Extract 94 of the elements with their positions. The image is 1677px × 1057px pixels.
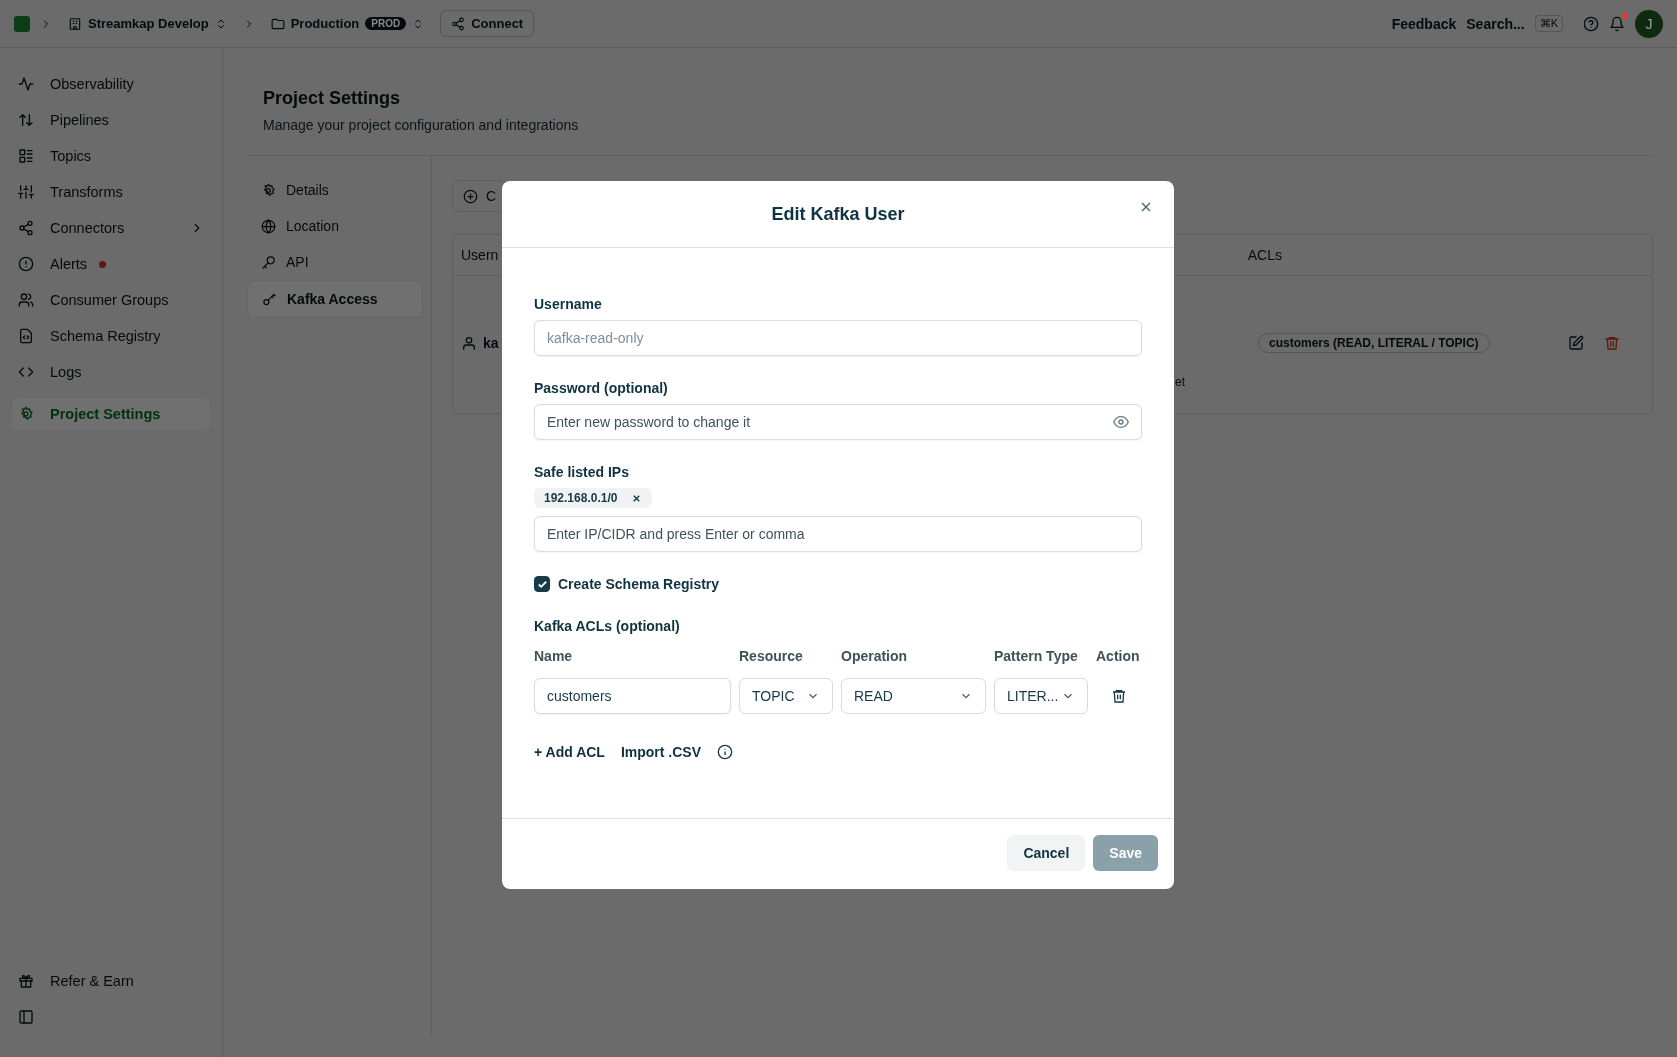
password-field[interactable]: Enter new password to change it <box>534 404 1142 440</box>
checkbox[interactable] <box>534 576 550 592</box>
sliders-icon <box>18 184 34 200</box>
sidebar-label: Consumer Groups <box>50 292 169 308</box>
settings-nav-item[interactable]: Location <box>247 208 423 244</box>
sidebar-item[interactable]: Topics <box>12 140 210 172</box>
column-header: Action <box>1096 648 1141 664</box>
plus-circle-icon <box>463 188 478 204</box>
section-title: Kafka ACLs (optional) <box>534 618 681 634</box>
activity-icon <box>18 76 34 92</box>
help-icon <box>1583 15 1599 32</box>
check-icon <box>536 578 548 590</box>
page-subtitle: Manage your project configuration and integrations <box>263 117 580 133</box>
sidebar-item[interactable]: Pipelines <box>12 104 210 136</box>
org-switcher[interactable]: Streamkap Develop <box>62 12 233 35</box>
nav-label: API <box>286 254 309 270</box>
table-note: et <box>1175 375 1185 389</box>
column-header: Name <box>534 648 574 664</box>
field-label: Username <box>534 296 603 312</box>
gift-icon <box>18 973 34 989</box>
edit-icon <box>1568 335 1584 351</box>
sidebar-item[interactable]: Alerts <box>12 248 210 280</box>
sidebar-label: Schema Registry <box>50 328 161 344</box>
list-icon <box>18 148 34 164</box>
settings-icon <box>261 182 276 198</box>
sidebar-item[interactable]: Connectors <box>12 212 210 244</box>
operation-dropdown[interactable]: READ <box>841 678 986 714</box>
settings-nav-item[interactable]: Details <box>247 172 423 208</box>
sidebar-label: Project Settings <box>50 406 161 422</box>
resource-dropdown[interactable]: TOPIC <box>739 678 833 714</box>
key-icon <box>262 291 277 307</box>
users-icon <box>18 292 34 308</box>
sidebar-label: Connectors <box>50 220 125 236</box>
column-header: Pattern Type <box>994 648 1079 664</box>
sidebar-label: Logs <box>50 364 82 380</box>
sidebar-label: Transforms <box>50 184 123 200</box>
sidebar-item[interactable]: Logs <box>12 356 210 388</box>
add-acl-link[interactable]: + Add ACL <box>534 744 605 760</box>
username-cell: ka <box>483 335 499 351</box>
sidebar-label: Refer & Earn <box>50 973 134 989</box>
ip-input-field[interactable]: Enter IP/CIDR and press Enter or comma <box>534 516 1142 552</box>
nav-label: Details <box>286 182 329 198</box>
sidebar-item[interactable]: Consumer Groups <box>12 284 210 316</box>
building-icon <box>68 16 82 31</box>
environment-switcher[interactable]: Production PROD <box>264 12 431 35</box>
code-icon <box>18 364 34 380</box>
cancel-button[interactable]: Cancel <box>1007 835 1086 871</box>
sidebar-label: Observability <box>50 76 134 92</box>
column-header: Operation <box>841 648 909 664</box>
sidebar-item[interactable]: Project Settings <box>12 398 210 430</box>
share-icon <box>18 220 34 236</box>
sidebar-item[interactable]: Transforms <box>12 176 210 208</box>
trash-icon <box>1604 335 1620 351</box>
feedback-link[interactable]: Feedback <box>1391 15 1457 32</box>
column-header: Resource <box>739 648 804 664</box>
field-label: Safe listed IPs <box>534 464 630 480</box>
user-avatar[interactable]: J <box>1635 9 1663 38</box>
file-code-icon <box>18 328 34 344</box>
search-button[interactable]: Search... <box>1466 15 1525 32</box>
info-icon <box>717 744 734 760</box>
environment-badge: PROD <box>365 17 407 30</box>
settings-icon <box>18 406 34 422</box>
key-icon <box>261 254 276 270</box>
nav-label: Kafka Access <box>287 291 378 307</box>
arrows-icon <box>18 112 34 128</box>
dialog-title: Edit Kafka User <box>771 203 905 225</box>
acl-name-field[interactable]: customers <box>534 678 731 714</box>
sidebar-toggle-icon <box>18 1009 34 1025</box>
checkbox-label: Create Schema Registry <box>558 576 720 592</box>
shortcut-hint: ⌘K <box>1534 15 1563 32</box>
sidebar-label: Topics <box>50 148 92 164</box>
import-csv-link[interactable]: Import .CSV <box>620 744 702 760</box>
folder-icon <box>270 16 285 31</box>
sidebar-item[interactable]: Schema Registry <box>12 320 210 352</box>
alert-icon <box>18 256 34 272</box>
user-icon <box>461 335 477 351</box>
page-title: Project Settings <box>263 88 402 109</box>
globe-icon <box>261 218 276 234</box>
sidebar-label: Alerts <box>50 256 88 272</box>
settings-nav-item[interactable]: API <box>247 244 423 280</box>
settings-nav-item[interactable]: Kafka Access <box>247 280 423 318</box>
connect-button[interactable]: Connect <box>440 10 535 37</box>
sidebar-item[interactable]: Refer & Earn <box>12 965 210 997</box>
bell-icon <box>1609 15 1625 32</box>
nav-label: Location <box>286 218 339 234</box>
column-header: ACLs <box>1247 247 1282 263</box>
column-header: Usern <box>461 247 499 263</box>
field-label: Password (optional) <box>534 380 669 396</box>
trash-icon <box>1111 688 1127 704</box>
eye-icon[interactable] <box>1113 414 1129 430</box>
sidebar-item[interactable]: Observability <box>12 68 210 100</box>
pattern-type-dropdown[interactable]: LITER... <box>994 678 1088 714</box>
sidebar-label: Pipelines <box>50 112 109 128</box>
ip-tag-label: 192.168.0.1/0 <box>544 491 618 505</box>
